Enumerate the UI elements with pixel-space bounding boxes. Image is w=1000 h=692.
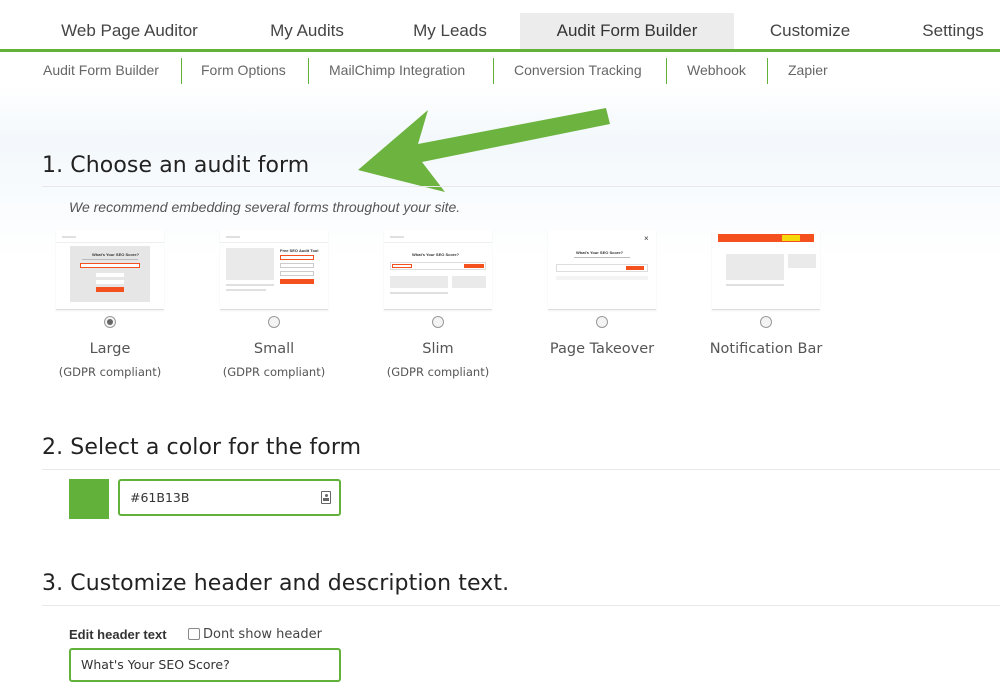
subnav-form-options[interactable]: Form Options [201, 58, 286, 84]
small-form-thumbnail[interactable]: Free SEO Audit Tool [220, 230, 328, 310]
form-option-notification-bar: Notification Bar [701, 230, 831, 357]
large-thumb-title: What's Your SEO Score? [92, 252, 140, 257]
section1-divider [42, 186, 1000, 187]
subnav-divider [308, 58, 309, 84]
large-radio[interactable] [104, 316, 116, 328]
slim-form-thumbnail[interactable]: What's Your SEO Score? [384, 230, 492, 310]
large-form-thumbnail[interactable]: What's Your SEO Score? [56, 230, 164, 310]
slim-gdpr: (GDPR compliant) [386, 365, 490, 379]
subnav-divider [767, 58, 768, 84]
small-label: Small [253, 341, 295, 357]
form-option-page-takeover: × What's Your SEO Score? Page Takeover [537, 230, 667, 357]
subnav-conversion-tracking[interactable]: Conversion Tracking [514, 58, 642, 84]
subnav-divider [493, 58, 494, 84]
subnav-zapier[interactable]: Zapier [788, 58, 828, 84]
page-takeover-radio[interactable] [596, 316, 608, 328]
dont-show-header-checkbox[interactable] [188, 628, 200, 640]
subnav-divider [181, 58, 182, 84]
header-text-value: What's Your SEO Score? [81, 657, 230, 672]
tab-web-page-auditor[interactable]: Web Page Auditor [42, 13, 217, 49]
color-picker-icon[interactable] [321, 491, 331, 504]
notification-bar-label: Notification Bar [709, 341, 823, 357]
sub-nav: Audit Form Builder Form Options MailChim… [0, 58, 1000, 84]
large-label: Large [89, 341, 131, 357]
tab-customize[interactable]: Customize [752, 13, 868, 49]
page-takeover-label: Page Takeover [549, 341, 655, 357]
notification-bar-thumbnail[interactable] [712, 230, 820, 310]
form-option-slim: What's Your SEO Score? Slim (GDPR compli… [373, 230, 503, 379]
slim-label: Slim [422, 341, 454, 357]
header-text-input[interactable]: What's Your SEO Score? [69, 648, 341, 682]
small-thumb-title: Free SEO Audit Tool [280, 248, 319, 253]
slim-radio[interactable] [432, 316, 444, 328]
form-option-large: What's Your SEO Score? Large (GDPR compl… [45, 230, 175, 379]
page-takeover-thumbnail[interactable]: × What's Your SEO Score? [548, 230, 656, 310]
notification-bar-radio[interactable] [760, 316, 772, 328]
edit-header-label: Edit header text [69, 627, 167, 642]
slim-thumb-title: What's Your SEO Score? [412, 252, 460, 257]
small-gdpr: (GDPR compliant) [222, 365, 326, 379]
color-input[interactable]: #61B13B [118, 479, 341, 516]
takeover-thumb-title: What's Your SEO Score? [576, 250, 624, 255]
section1-title: 1. Choose an audit form [42, 153, 310, 178]
section2-title: 2. Select a color for the form [42, 435, 362, 460]
tab-my-audits[interactable]: My Audits [252, 13, 362, 49]
subnav-mailchimp-integration[interactable]: MailChimp Integration [329, 58, 465, 84]
dont-show-header-label[interactable]: Dont show header [203, 627, 322, 642]
subnav-audit-form-builder[interactable]: Audit Form Builder [43, 58, 159, 84]
close-icon: × [644, 234, 649, 243]
section2-divider [42, 469, 1000, 470]
main-tabs: Web Page Auditor My Audits My Leads Audi… [0, 0, 1000, 52]
color-value: #61B13B [130, 490, 190, 505]
subnav-divider [666, 58, 667, 84]
tab-settings[interactable]: Settings [906, 13, 1000, 49]
green-arrow-icon [358, 108, 610, 192]
section3-title: 3. Customize header and description text… [42, 571, 510, 596]
tab-audit-form-builder[interactable]: Audit Form Builder [520, 13, 734, 49]
small-radio[interactable] [268, 316, 280, 328]
subnav-webhook[interactable]: Webhook [687, 58, 746, 84]
tab-my-leads[interactable]: My Leads [398, 13, 502, 49]
form-option-small: Free SEO Audit Tool Small (GDPR complian… [209, 230, 339, 379]
recommend-text: We recommend embedding several forms thr… [69, 199, 461, 215]
large-gdpr: (GDPR compliant) [58, 365, 162, 379]
color-swatch[interactable] [69, 479, 109, 519]
section3-divider [42, 605, 1000, 606]
